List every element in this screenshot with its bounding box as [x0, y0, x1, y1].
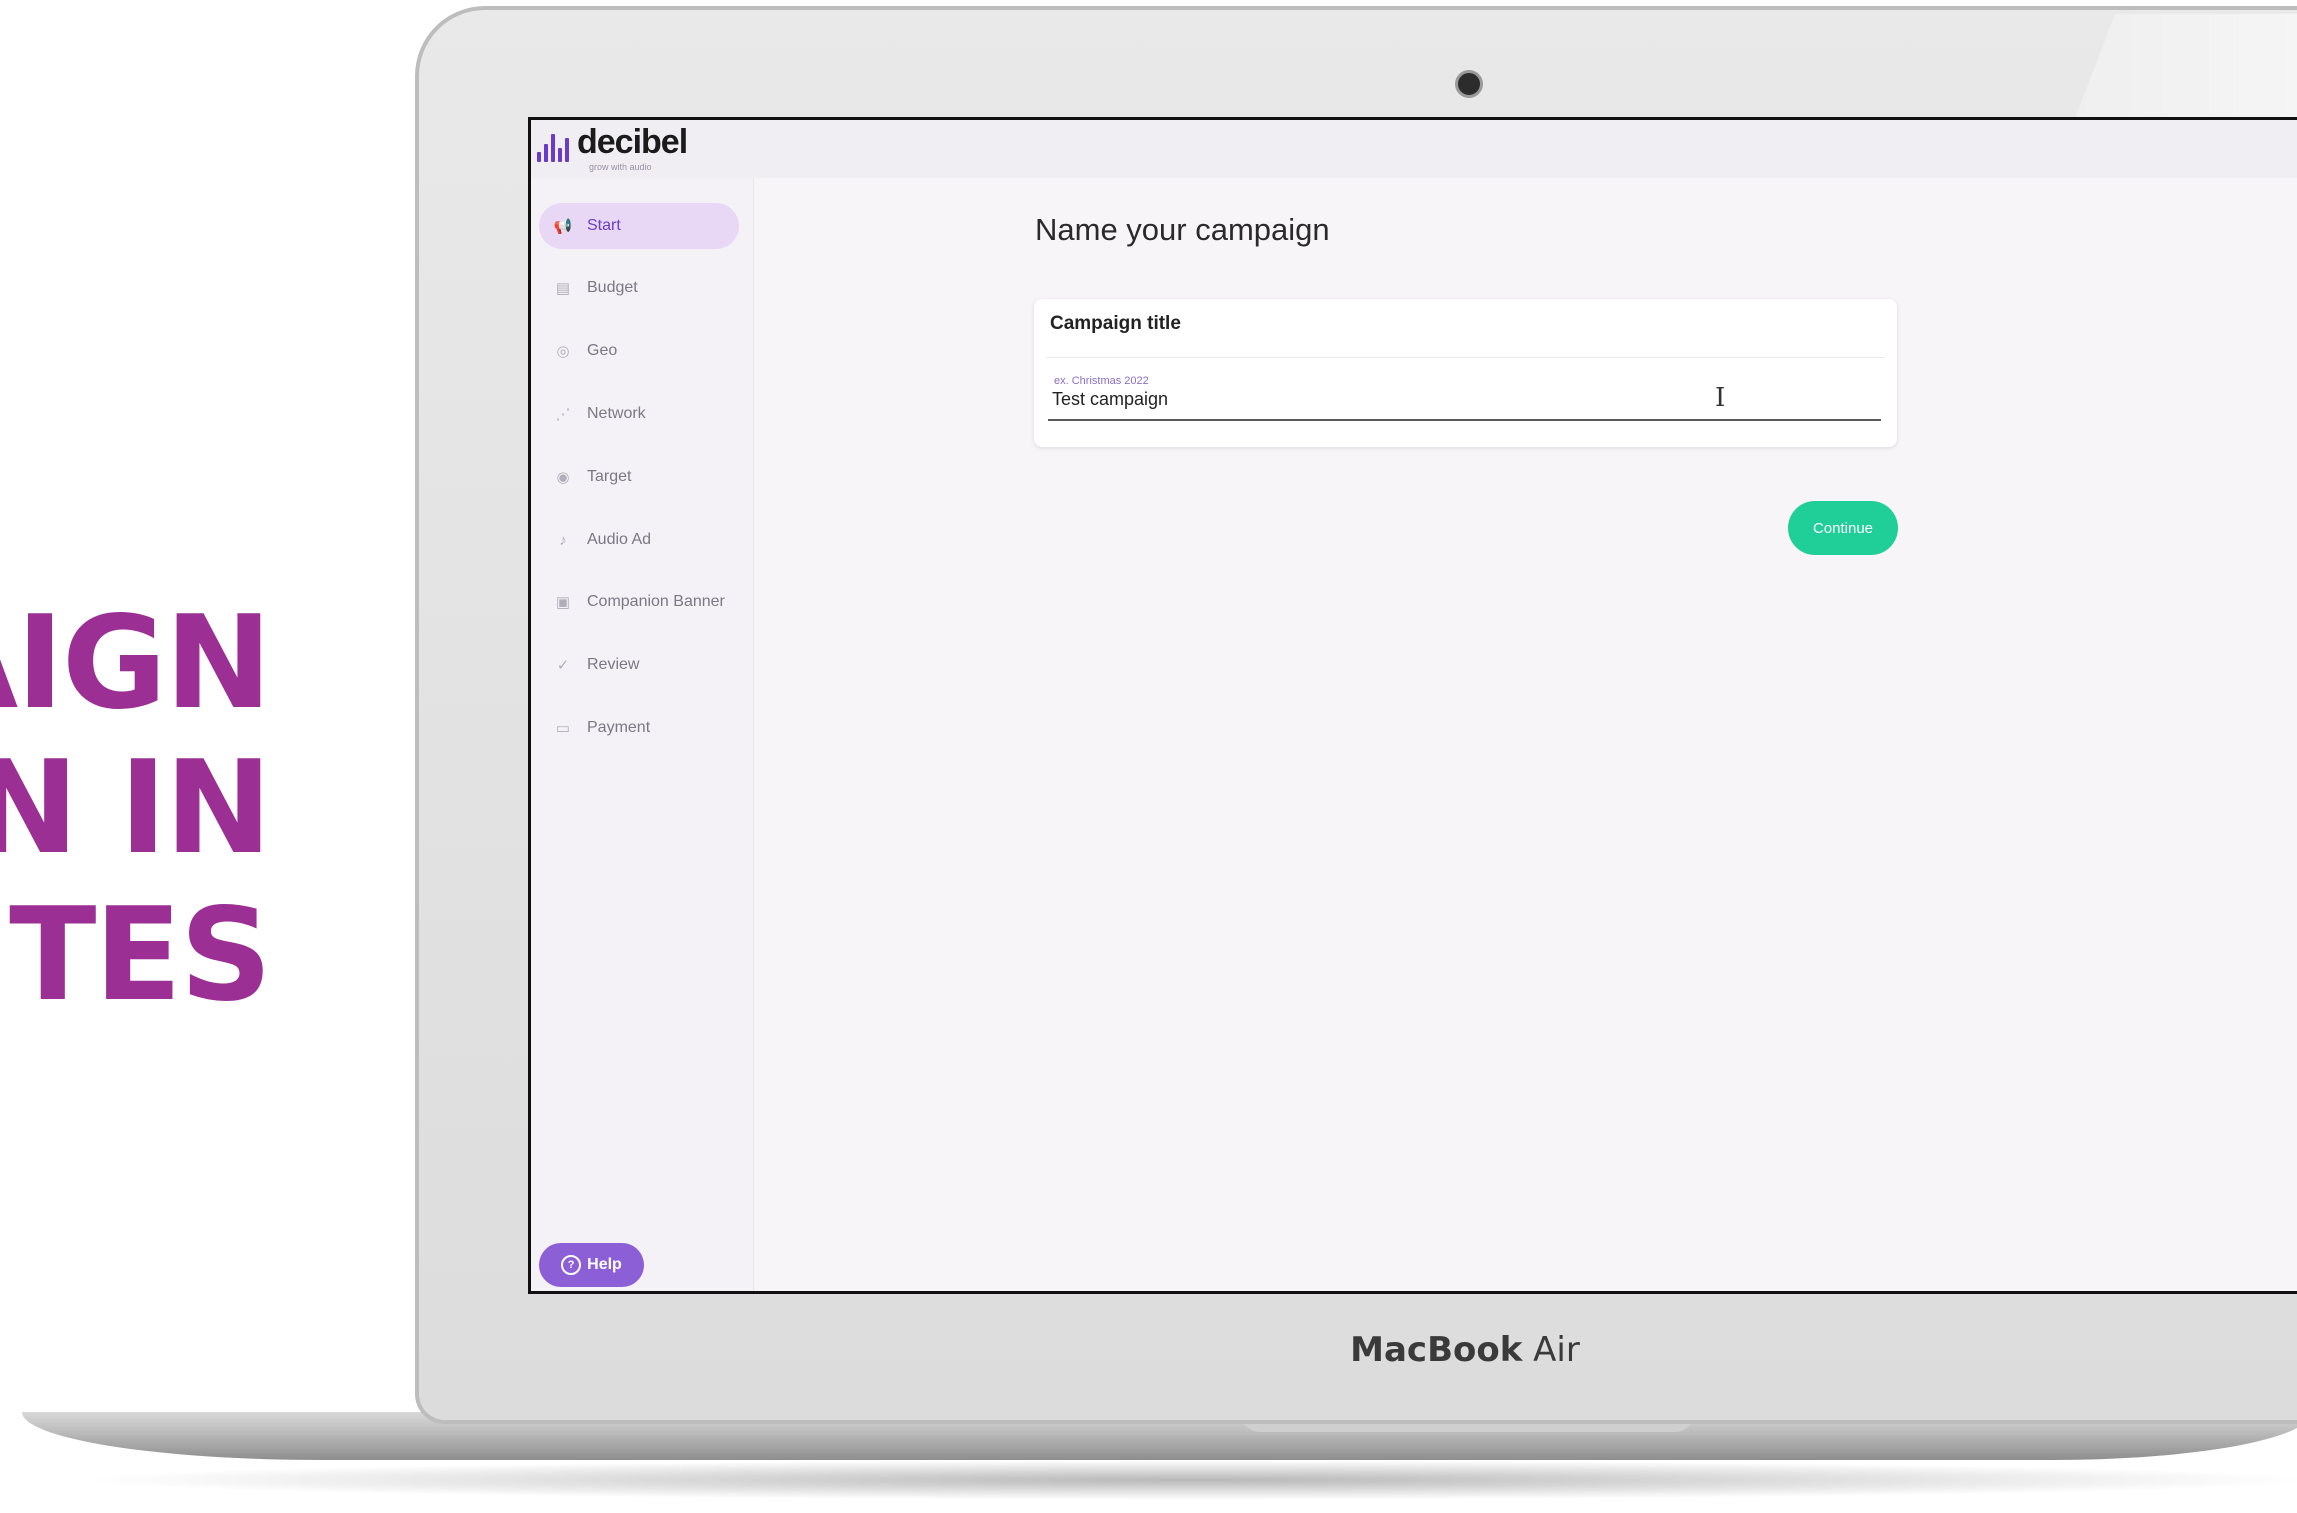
help-button[interactable]: ? Help: [539, 1243, 644, 1287]
sidebar-item-label: Geo: [587, 342, 618, 359]
logo-bars-icon: [537, 128, 569, 162]
card-title: Campaign title: [1050, 313, 1181, 334]
sidebar: 📢 Start ▤ Budget ◎ Geo ⋰ Network ◉ Targe…: [531, 178, 754, 1291]
sidebar-item-label: Start: [587, 217, 621, 234]
field-placeholder-label: ex. Christmas 2022: [1054, 375, 1149, 387]
campaign-title-input[interactable]: [1052, 389, 1552, 410]
continue-button[interactable]: Continue: [1788, 501, 1898, 555]
sidebar-item-label: Audio Ad: [587, 531, 652, 548]
sidebar-item-label: Budget: [587, 279, 638, 296]
sidebar-item-budget[interactable]: ▤ Budget: [539, 265, 739, 311]
sidebar-item-audio-ad[interactable]: ♪ Audio Ad: [539, 517, 739, 563]
review-icon: ✓: [556, 657, 570, 674]
sidebar-item-companion-banner[interactable]: ▣ Companion Banner: [539, 579, 739, 625]
network-icon: ⋰: [555, 406, 571, 423]
sidebar-item-network[interactable]: ⋰ Network: [539, 391, 739, 437]
laptop-shadow: [70, 1460, 2297, 1500]
budget-icon: ▤: [555, 280, 571, 297]
image-icon: ▣: [555, 594, 571, 611]
credit-card-icon: ▭: [555, 720, 571, 737]
sidebar-item-review[interactable]: ✓ Review: [539, 642, 739, 688]
sidebar-item-label: Review: [587, 656, 640, 673]
logo-tagline: grow with audio: [589, 162, 652, 172]
headline-line-3: TES: [9, 881, 272, 1030]
sidebar-item-label: Network: [587, 405, 646, 422]
campaign-title-card: Campaign title ex. Christmas 2022: [1034, 299, 1897, 447]
help-label: Help: [587, 1256, 622, 1273]
sidebar-item-label: Payment: [587, 719, 651, 736]
target-icon: ◉: [556, 469, 570, 486]
headline-line-2: N IN: [0, 734, 272, 883]
sidebar-item-target[interactable]: ◉ Target: [539, 454, 739, 500]
sidebar-item-label: Target: [587, 468, 632, 485]
top-bar: decibel grow with audio: [531, 120, 2297, 178]
card-divider: [1046, 357, 1885, 358]
brand-model: Air: [1533, 1330, 1580, 1370]
sidebar-item-geo[interactable]: ◎ Geo: [539, 328, 739, 374]
decibel-logo[interactable]: decibel: [537, 122, 688, 162]
headline-line-1: AIGN: [0, 589, 272, 738]
question-mark-icon: ?: [561, 1255, 582, 1275]
app-window: decibel grow with audio 📢 Start ▤ Budget…: [531, 120, 2297, 1291]
brand-name: MacBook: [1350, 1330, 1523, 1370]
sidebar-item-start[interactable]: 📢 Start: [539, 203, 739, 249]
location-pin-icon: ◎: [556, 343, 570, 360]
campaign-title-field[interactable]: ex. Christmas 2022: [1048, 361, 1881, 421]
text-cursor-icon: I: [1715, 383, 1726, 413]
sidebar-item-payment[interactable]: ▭ Payment: [539, 705, 739, 751]
microphone-icon: ♪: [559, 531, 567, 549]
logo-text: decibel: [577, 123, 688, 161]
megaphone-icon: 📢: [553, 218, 573, 235]
camera-icon: [1455, 70, 1483, 98]
page-title: Name your campaign: [1035, 212, 1330, 247]
sidebar-item-label: Companion Banner: [587, 593, 725, 610]
laptop-screen: decibel grow with audio 📢 Start ▤ Budget…: [528, 117, 2297, 1294]
laptop-brand: MacBook Air: [1250, 1330, 1680, 1370]
